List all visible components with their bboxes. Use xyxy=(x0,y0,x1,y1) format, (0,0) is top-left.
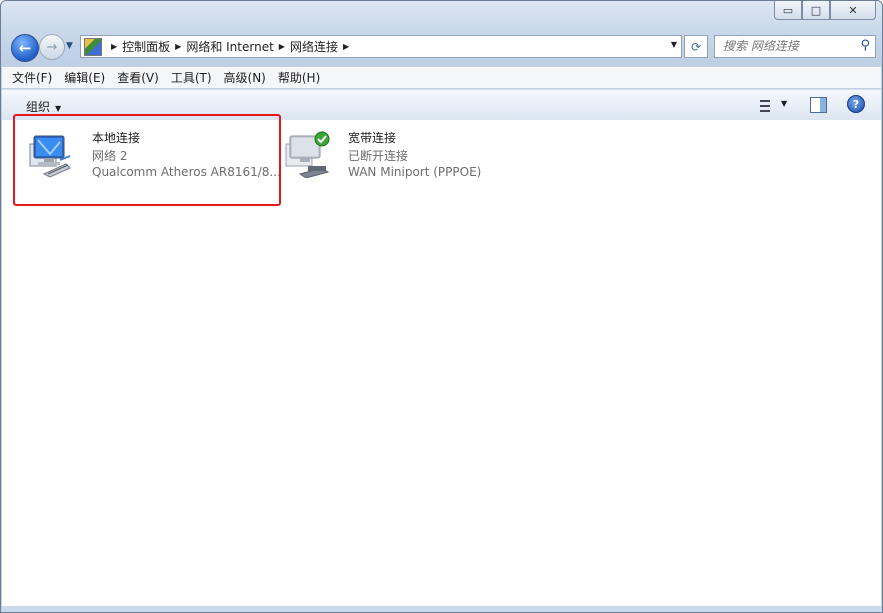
forward-arrow-icon: → xyxy=(46,39,58,55)
explorer-window: ▭ □ ✕ ← → ▼ ▶ 控制面板 ▶ 网络和 Internet ▶ 网络连接… xyxy=(0,0,883,613)
caption-buttons: ▭ □ ✕ xyxy=(774,1,876,20)
menu-bar: 文件(F) 编辑(E) 查看(V) 工具(T) 高级(N) 帮助(H) xyxy=(2,66,881,88)
menu-help[interactable]: 帮助(H) xyxy=(278,69,320,86)
menu-edit[interactable]: 编辑(E) xyxy=(64,69,105,86)
back-button[interactable]: ← xyxy=(11,34,39,62)
breadcrumb-chevron-icon[interactable]: ▶ xyxy=(343,42,349,51)
close-button[interactable]: ✕ xyxy=(830,1,876,20)
address-dropdown-icon[interactable]: ▼ xyxy=(671,40,677,49)
broadband-connection-icon xyxy=(285,131,330,178)
minimize-icon: ▭ xyxy=(782,3,794,17)
preview-pane-icon[interactable] xyxy=(810,97,827,113)
view-dropdown-icon[interactable]: ▼ xyxy=(781,99,787,108)
minimize-button[interactable]: ▭ xyxy=(774,1,802,20)
back-arrow-icon: ← xyxy=(18,39,32,57)
address-bar[interactable]: ▶ 控制面板 ▶ 网络和 Internet ▶ 网络连接 ▶ ▼ xyxy=(80,35,682,58)
search-box: ⚲ xyxy=(714,35,876,58)
breadcrumb-chevron-icon[interactable]: ▶ xyxy=(279,42,285,51)
search-input[interactable] xyxy=(715,36,853,55)
green-check-icon xyxy=(314,131,330,147)
refresh-button[interactable]: ⟳ xyxy=(684,35,708,58)
forward-button[interactable]: → xyxy=(39,34,65,60)
navigation-row: ← → ▼ ▶ 控制面板 ▶ 网络和 Internet ▶ 网络连接 ▶ ▼ ⟳… xyxy=(1,31,882,63)
connection-status: 已断开连接 xyxy=(348,149,409,163)
maximize-icon: □ xyxy=(810,3,822,17)
control-panel-icon xyxy=(84,37,102,56)
breadcrumb-control-panel[interactable]: 控制面板 xyxy=(122,38,170,55)
organize-button[interactable]: 组织 ▼ xyxy=(26,98,61,115)
search-icon[interactable]: ⚲ xyxy=(860,38,870,53)
refresh-icon: ⟳ xyxy=(690,39,702,54)
menu-view[interactable]: 查看(V) xyxy=(117,69,159,86)
breadcrumb-network-internet[interactable]: 网络和 Internet xyxy=(186,38,273,55)
selection-highlight-box xyxy=(13,114,281,206)
menu-advanced[interactable]: 高级(N) xyxy=(224,69,266,86)
breadcrumb-network-connections[interactable]: 网络连接 xyxy=(290,38,338,55)
maximize-button[interactable]: □ xyxy=(802,1,830,20)
connection-broadband[interactable]: 宽带连接 已断开连接 WAN Miniport (PPPOE) xyxy=(270,120,535,192)
help-button[interactable]: ? xyxy=(847,95,865,113)
change-view-icon[interactable] xyxy=(754,97,772,113)
breadcrumb-chevron-icon[interactable]: ▶ xyxy=(175,42,181,51)
breadcrumb-chevron-icon[interactable]: ▶ xyxy=(111,42,117,51)
organize-dropdown-icon: ▼ xyxy=(55,104,62,113)
connection-device: WAN Miniport (PPPOE) xyxy=(348,165,482,179)
organize-label: 组织 xyxy=(26,100,51,114)
recent-pages-dropdown-icon[interactable]: ▼ xyxy=(66,41,73,51)
menu-tools[interactable]: 工具(T) xyxy=(171,69,212,86)
window-bottom-border xyxy=(2,606,881,612)
help-icon: ? xyxy=(852,97,860,111)
menu-file[interactable]: 文件(F) xyxy=(12,69,52,86)
connection-name: 宽带连接 xyxy=(348,131,397,145)
close-icon: ✕ xyxy=(848,3,858,17)
